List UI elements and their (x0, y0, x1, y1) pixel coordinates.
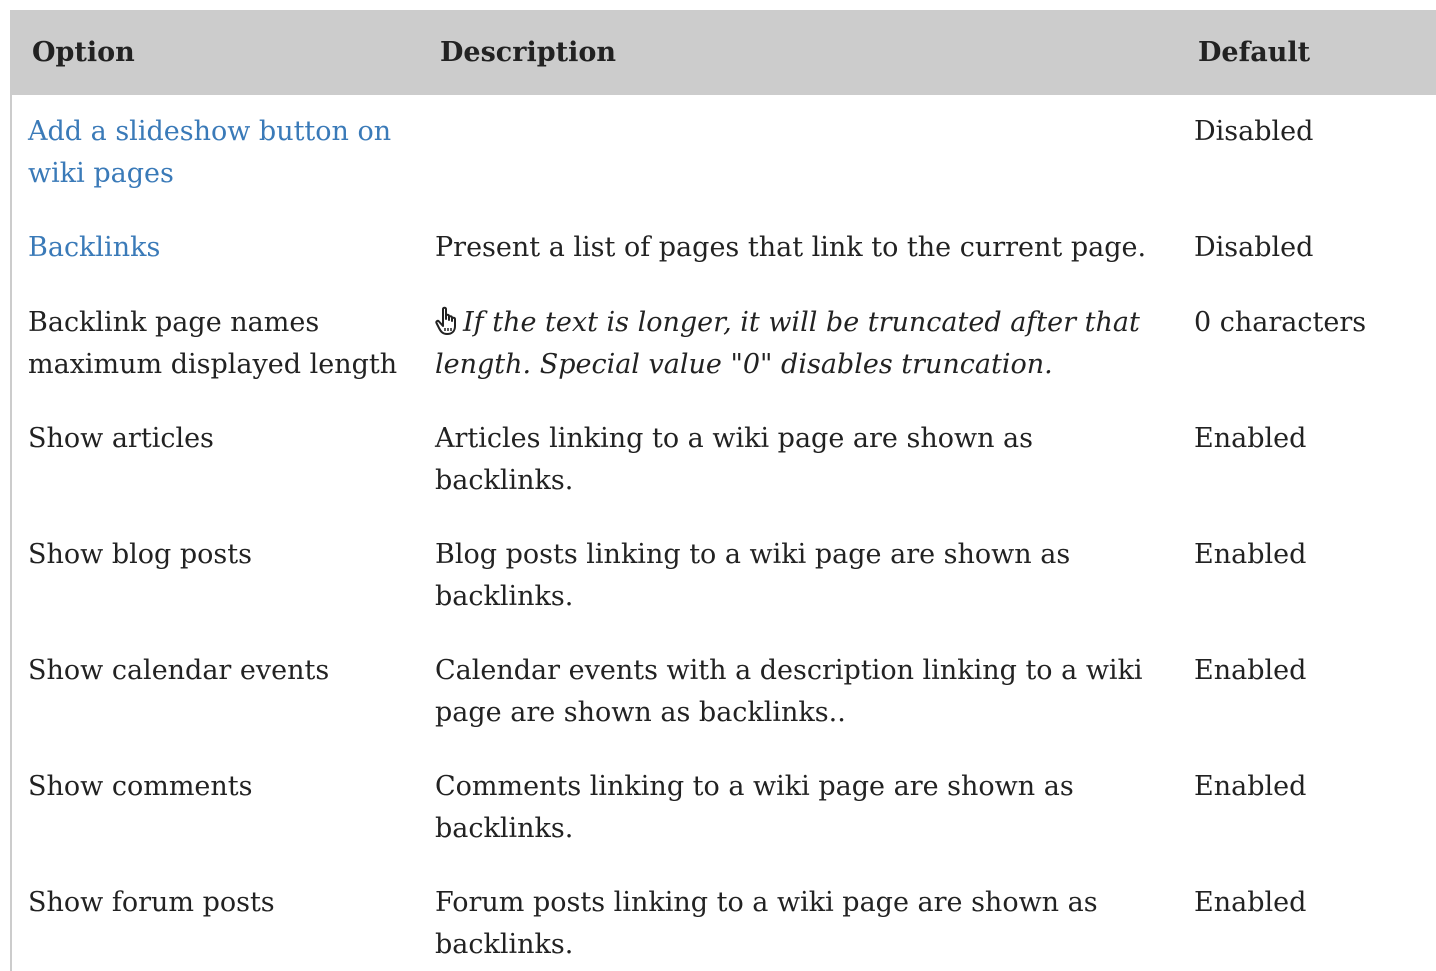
option-label: Show forum posts (28, 887, 275, 918)
option-description: Forum posts linking to a wiki page are s… (435, 887, 1098, 960)
option-default: 0 characters (1194, 307, 1367, 338)
option-default: Enabled (1194, 423, 1307, 454)
option-description: Comments linking to a wiki page are show… (435, 771, 1074, 844)
option-default: Enabled (1194, 771, 1307, 802)
option-description: Calendar events with a description linki… (435, 655, 1143, 728)
option-description-text: If the text is longer, it will be trunca… (435, 307, 1140, 380)
option-default: Disabled (1194, 116, 1314, 147)
option-label: Show blog posts (28, 539, 252, 570)
option-link-slideshow[interactable]: Add a slideshow button on wiki pages (28, 111, 408, 195)
header-description: Description (440, 37, 616, 68)
option-description: Present a list of pages that link to the… (435, 232, 1147, 263)
header-default: Default (1198, 37, 1311, 68)
option-default: Enabled (1194, 539, 1307, 570)
option-label: Show articles (28, 423, 214, 454)
option-link-backlinks[interactable]: Backlinks (28, 227, 408, 269)
pointing-hand-icon (435, 306, 459, 336)
option-default: Enabled (1194, 655, 1307, 686)
option-description: If the text is longer, it will be trunca… (435, 302, 1165, 386)
option-label: Backlink page names maximum displayed le… (28, 307, 398, 380)
header-option: Option (32, 37, 135, 68)
option-default: Disabled (1194, 232, 1314, 263)
option-label: Show calendar events (28, 655, 330, 686)
options-table: Option Description Default Add a slidesh… (10, 10, 1436, 971)
option-label: Show comments (28, 771, 253, 802)
table-header: Option Description Default (10, 10, 1436, 95)
option-default: Enabled (1194, 887, 1307, 918)
option-description: Articles linking to a wiki page are show… (435, 423, 1033, 496)
option-description: Blog posts linking to a wiki page are sh… (435, 539, 1071, 612)
